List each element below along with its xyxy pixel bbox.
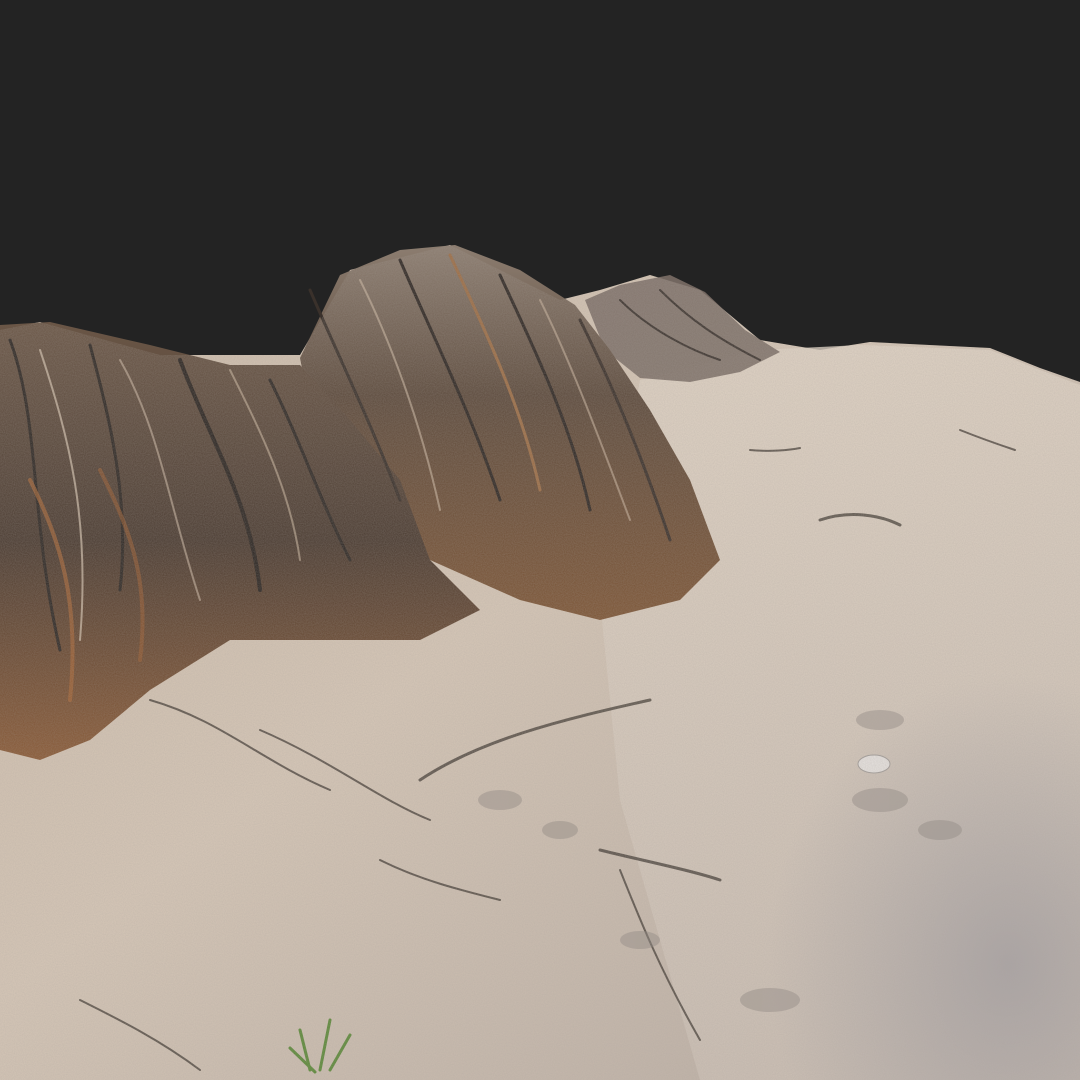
dune-scene bbox=[0, 0, 1080, 1080]
sand-texture bbox=[0, 245, 1080, 1080]
